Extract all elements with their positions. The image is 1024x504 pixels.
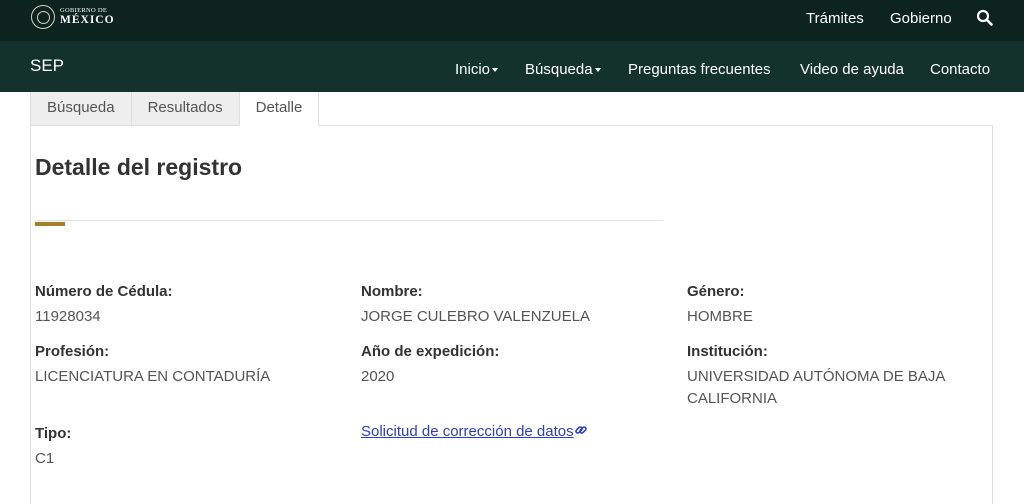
nombre-value: JORGE CULEBRO VALENZUELA [361, 308, 590, 325]
page-title: Detalle del registro [35, 154, 243, 180]
profesion-label: Profesión: [35, 343, 110, 360]
gobierno-de-mexico-logo[interactable]: GOBIERNO DE MÉXICO [31, 4, 115, 30]
genero-value: HOMBRE [687, 308, 753, 325]
correction-link-label: Solicitud de corrección de datos [361, 423, 574, 440]
caret-down-icon [594, 68, 601, 73]
main-navbar: SEP Inicio Búsqueda Preguntas frecuentes… [0, 41, 1024, 92]
nav-item-video-de-ayuda[interactable]: Video de ayuda [800, 61, 904, 78]
nav-item-preguntas-frecuentes[interactable]: Preguntas frecuentes [628, 61, 771, 78]
tab-bar: Búsqueda Resultados Detalle [30, 92, 320, 126]
tab-resultados[interactable]: Resultados [130, 92, 240, 126]
tab-busqueda[interactable]: Búsqueda [30, 92, 132, 126]
top-link-gobierno[interactable]: Gobierno [890, 10, 952, 27]
top-header-bar: GOBIERNO DE MÉXICO Trámites Gobierno [0, 0, 1024, 41]
title-accent-bar [35, 222, 65, 226]
institucion-value: UNIVERSIDAD AUTÓNOMA DE BAJA CALIFORNIA [687, 368, 945, 407]
nav-item-busqueda[interactable]: Búsqueda [525, 61, 601, 78]
nav-item-contacto[interactable]: Contacto [930, 61, 990, 78]
caret-down-icon [492, 68, 499, 73]
title-divider [35, 220, 663, 221]
top-link-tramites[interactable]: Trámites [806, 10, 864, 27]
tab-detalle[interactable]: Detalle [238, 92, 320, 126]
search-icon[interactable] [976, 9, 994, 27]
brand-sep[interactable]: SEP [30, 56, 64, 76]
cedula-label: Número de Cédula: [35, 283, 173, 300]
tipo-value: C1 [35, 450, 55, 467]
anio-expedicion-label: Año de expedición: [361, 343, 500, 360]
nombre-label: Nombre: [361, 283, 423, 300]
link-icon [574, 426, 587, 434]
logo-wordmark: GOBIERNO DE MÉXICO [60, 7, 115, 27]
nav-item-inicio[interactable]: Inicio [455, 61, 499, 78]
institucion-label: Institución: [687, 343, 768, 360]
anio-expedicion-value: 2020 [361, 368, 395, 385]
cedula-value: 11928034 [35, 308, 101, 325]
nav-item-label: Inicio [455, 61, 491, 78]
correction-request-link[interactable]: Solicitud de corrección de datos [361, 423, 588, 440]
genero-label: Género: [687, 283, 745, 300]
tipo-label: Tipo: [35, 425, 72, 442]
logo-big-text: MÉXICO [60, 14, 115, 26]
coat-of-arms-icon [31, 5, 55, 29]
profesion-value: LICENCIATURA EN CONTADURÍA [35, 368, 271, 385]
nav-item-label: Búsqueda [525, 61, 593, 78]
